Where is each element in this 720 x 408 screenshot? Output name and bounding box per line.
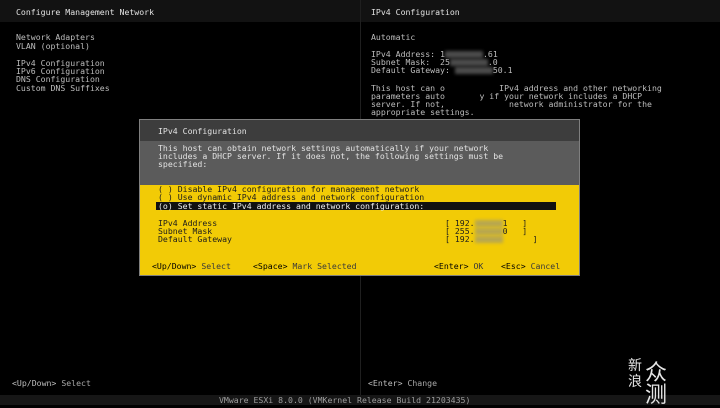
hint-esc-cancel[interactable]: <Esc> Cancel bbox=[501, 262, 560, 270]
field-default-gateway-input[interactable]: [ 192.] bbox=[445, 235, 538, 243]
redacted-block bbox=[474, 228, 503, 235]
header-left-title: Configure Management Network bbox=[16, 7, 155, 17]
ipv4-mode-value: Automatic bbox=[371, 32, 416, 42]
hint-updown: <Up/Down> Select bbox=[152, 261, 231, 271]
redacted-block bbox=[449, 59, 488, 66]
status-change-hint: <Enter> Change bbox=[368, 378, 438, 388]
redacted-block bbox=[474, 220, 503, 227]
option-static-ipv4-radio[interactable]: (o) Set static IPv4 address and network … bbox=[156, 202, 556, 210]
redacted-block bbox=[474, 236, 503, 243]
dialog-description: This host can obtain network settings au… bbox=[140, 141, 579, 185]
redacted-block bbox=[444, 51, 483, 58]
hint-space: <Space> Mark Selected bbox=[253, 261, 357, 271]
redacted-block bbox=[454, 67, 493, 74]
dialog-title: IPv4 Configuration bbox=[158, 126, 247, 136]
footer-build-info: VMware ESXi 8.0.0 (VMKernel Release Buil… bbox=[219, 395, 471, 405]
field-default-gateway-label: Default Gateway bbox=[158, 234, 232, 244]
menu-item-vlan[interactable]: VLAN (optional) bbox=[16, 42, 90, 51]
dialog-body: ( ) Disable IPv4 configuration for manag… bbox=[140, 185, 579, 275]
header-right-title: IPv4 Configuration bbox=[371, 7, 460, 17]
dialog-desc-line-2: includes a DHCP server. If it does not, … bbox=[158, 151, 504, 161]
default-gateway-line: Default Gateway: 50.1 bbox=[371, 65, 513, 75]
dialog-title-bar: IPv4 Configuration bbox=[140, 120, 579, 141]
hint-enter-ok[interactable]: <Enter> OK bbox=[434, 262, 483, 270]
ipv4-config-dialog: IPv4 Configuration This host can obtain … bbox=[139, 119, 580, 276]
status-select-hint: <Up/Down> Select bbox=[12, 378, 91, 388]
help-line-4: appropriate settings. bbox=[371, 107, 475, 117]
menu-item-custom-dns-suffixes[interactable]: Custom DNS Suffixes bbox=[16, 84, 110, 93]
dialog-desc-line-3: specified: bbox=[158, 159, 208, 169]
